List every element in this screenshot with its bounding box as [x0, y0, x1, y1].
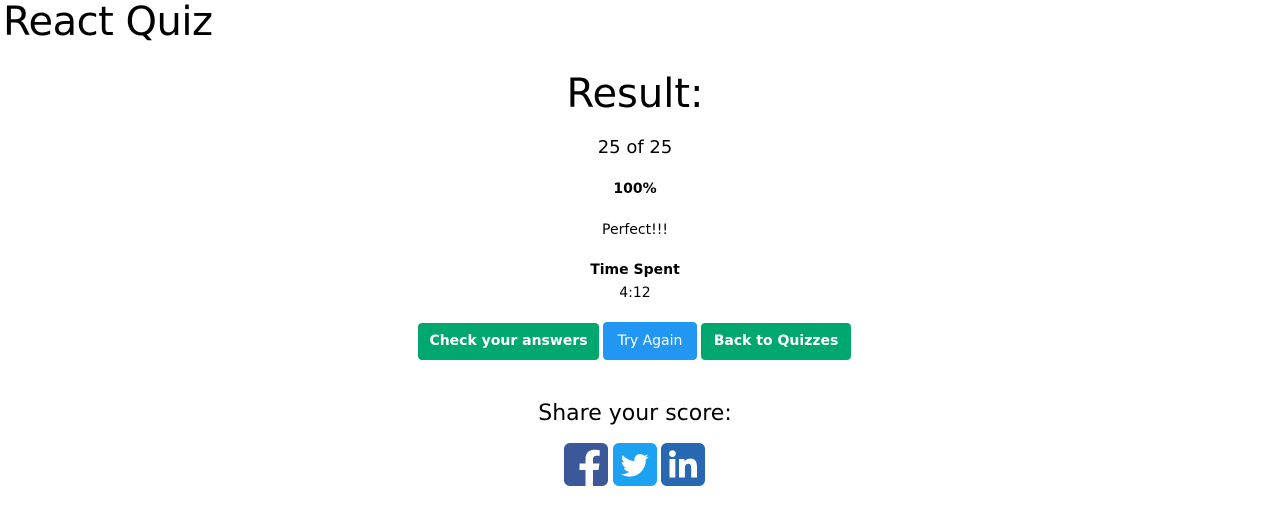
app-title: React Quiz: [3, 0, 213, 45]
back-to-quizzes-button[interactable]: Back to Quizzes: [701, 323, 851, 360]
time-spent-label: Time Spent: [590, 262, 680, 278]
check-answers-button[interactable]: Check your answers: [418, 323, 599, 360]
facebook-share-button[interactable]: [564, 443, 608, 486]
linkedin-icon: [661, 443, 705, 486]
twitter-icon: [613, 443, 657, 486]
facebook-icon: [564, 443, 608, 486]
share-score-label: Share your score:: [538, 401, 732, 426]
result-message: Perfect!!!: [602, 222, 668, 238]
score-text: 25 of 25: [597, 137, 673, 158]
twitter-share-button[interactable]: [613, 443, 657, 486]
try-again-button[interactable]: Try Again: [603, 322, 697, 360]
result-heading: Result:: [566, 71, 704, 117]
score-percentage: 100%: [613, 181, 657, 197]
linkedin-share-button[interactable]: [661, 443, 705, 486]
time-spent-value: 4:12: [619, 285, 651, 301]
